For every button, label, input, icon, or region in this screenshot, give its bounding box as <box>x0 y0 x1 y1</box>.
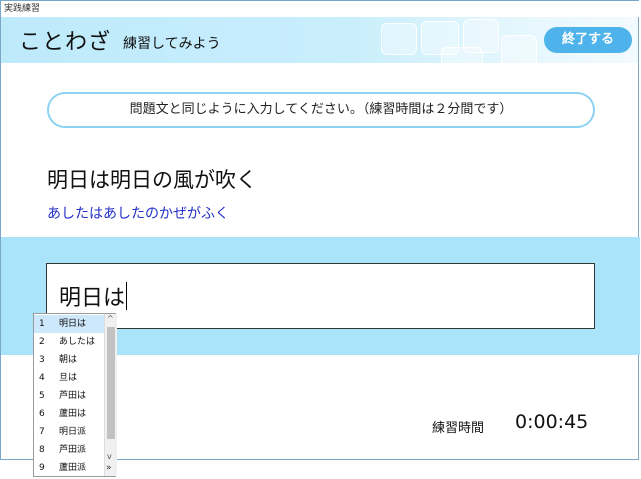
keyboard-decoration <box>381 23 417 55</box>
ime-scrollbar[interactable]: ^ v » <box>104 314 117 476</box>
answer-input[interactable]: 明日は <box>46 263 595 329</box>
ime-candidate[interactable]: 3 朝は <box>34 351 104 369</box>
ime-candidate[interactable]: 6 蘆田は <box>34 405 104 423</box>
ime-candidate[interactable]: 1 明日は <box>34 315 104 333</box>
ime-candidate[interactable]: 5 芦田は <box>34 387 104 405</box>
instruction-banner: 問題文と同じように入力してください。（練習時間は２分間です） <box>47 92 595 128</box>
ime-scroll-thumb[interactable] <box>107 327 115 439</box>
app-subtitle: 練習してみよう <box>123 36 221 52</box>
keyboard-decoration <box>441 47 483 63</box>
timer-label: 練習時間 <box>432 421 485 436</box>
header-banner: ことわざ 練習してみよう 終了する <box>1 17 638 63</box>
scroll-up-icon[interactable]: ^ <box>107 314 114 323</box>
finish-button[interactable]: 終了する <box>544 27 632 53</box>
ime-candidate[interactable]: 7 明日派 <box>34 423 104 441</box>
window-title: 実践練習 <box>1 1 641 17</box>
app-title: ことわざ <box>19 30 112 55</box>
expand-icon[interactable]: » <box>106 463 112 473</box>
ime-candidate[interactable]: 8 芦田派 <box>34 441 104 459</box>
answer-input-value: 明日は <box>59 280 128 312</box>
problem-reading: あしたはあしたのかぜがふく <box>47 206 229 222</box>
ime-candidate-list[interactable]: 1 明日は 2 あしたは 3 朝は 4 旦は 5 芦田は 6 蘆田は 7 明日派 8 芦田派 9… <box>33 313 117 477</box>
scroll-down-icon[interactable]: v <box>107 452 112 461</box>
text-caret <box>126 282 128 310</box>
problem-text: 明日は明日の風が吹く <box>47 168 257 192</box>
ime-candidate[interactable]: 4 旦は <box>34 369 104 387</box>
timer-value: 0:00:45 <box>515 411 589 433</box>
ime-candidate[interactable]: 9 蘆田派 <box>34 459 104 477</box>
ime-candidate[interactable]: 2 あしたは <box>34 333 104 351</box>
keyboard-decoration <box>501 35 537 63</box>
